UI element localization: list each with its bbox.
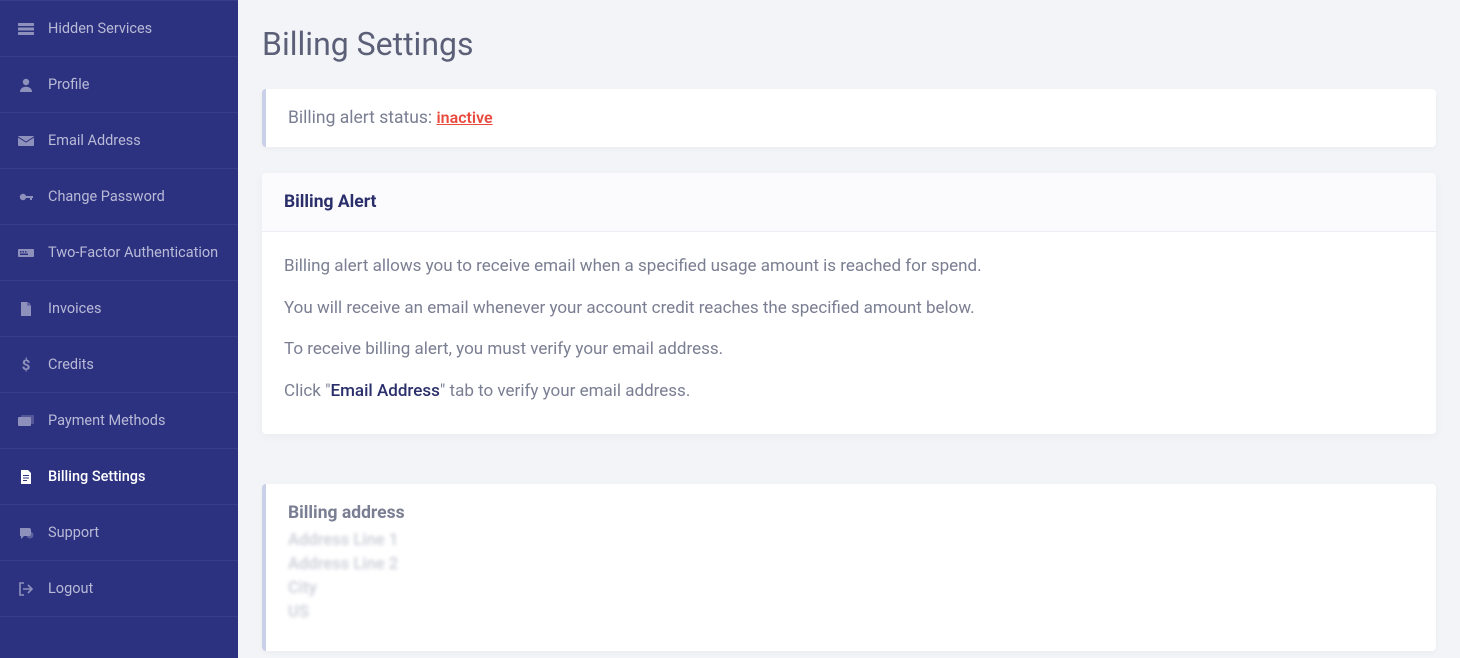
sidebar-item-label: Email Address: [48, 132, 141, 149]
alert-status-link[interactable]: inactive: [437, 108, 493, 127]
sidebar-item-payment-methods[interactable]: Payment Methods: [0, 393, 238, 449]
sidebar-item-change-password[interactable]: Change Password: [0, 169, 238, 225]
billing-alert-card-header: Billing Alert: [262, 173, 1436, 232]
sidebar-item-label: Profile: [48, 76, 89, 93]
sidebar-item-billing-settings[interactable]: Billing Settings: [0, 449, 238, 505]
server-icon: [18, 21, 34, 37]
sidebar-item-label: Hidden Services: [48, 20, 152, 37]
billing-alert-header-title: Billing Alert: [284, 192, 1414, 212]
sidebar-item-hidden-services[interactable]: Hidden Services: [0, 0, 238, 57]
billing-address-card: Billing address Address Line 1 Address L…: [262, 484, 1436, 651]
sidebar-item-label: Change Password: [48, 188, 165, 205]
sidebar-item-profile[interactable]: Profile: [0, 57, 238, 113]
sidebar-item-label: Billing Settings: [48, 468, 146, 485]
sidebar-item-two-factor[interactable]: Two-Factor Authentication: [0, 225, 238, 281]
svg-text:$: $: [22, 357, 31, 373]
sidebar-item-credits[interactable]: $ Credits: [0, 337, 238, 393]
billing-alert-card: Billing Alert Billing alert allows you t…: [262, 173, 1436, 434]
envelope-icon: [18, 133, 34, 149]
billing-address-city: City: [288, 577, 1414, 601]
sidebar-item-support[interactable]: Support: [0, 505, 238, 561]
billing-address-line2: Address Line 2: [288, 553, 1414, 577]
sidebar-item-label: Logout: [48, 580, 93, 597]
sidebar-item-label: Payment Methods: [48, 412, 165, 429]
billing-address-country: US: [288, 601, 1414, 625]
billing-address-title: Billing address: [288, 503, 1414, 523]
cards-icon: [18, 413, 34, 429]
sidebar-item-invoices[interactable]: Invoices: [0, 281, 238, 337]
email-address-link[interactable]: Email Address: [331, 381, 440, 401]
billing-alert-line2: You will receive an email whenever your …: [284, 296, 1414, 322]
sidebar-item-logout[interactable]: Logout: [0, 561, 238, 617]
chat-icon: [18, 525, 34, 541]
user-icon: [18, 77, 34, 93]
billing-alert-line3: To receive billing alert, you must verif…: [284, 337, 1414, 363]
main-content: Billing Settings Billing alert status: i…: [238, 0, 1460, 658]
billing-alert-card-body: Billing alert allows you to receive emai…: [262, 232, 1436, 434]
logout-icon: [18, 581, 34, 597]
sidebar-item-label: Two-Factor Authentication: [48, 244, 218, 261]
sidebar-item-email-address[interactable]: Email Address: [0, 113, 238, 169]
billing-alert-line1: Billing alert allows you to receive emai…: [284, 254, 1414, 280]
sidebar-item-label: Support: [48, 524, 99, 541]
billing-alert-line4: Click "Email Address" tab to verify your…: [284, 379, 1414, 405]
billing-address-line1: Address Line 1: [288, 529, 1414, 553]
keyboard-icon: [18, 245, 34, 261]
page-title: Billing Settings: [262, 25, 1436, 63]
alert-status-label: Billing alert status:: [288, 108, 437, 128]
sidebar-item-label: Invoices: [48, 300, 101, 317]
key-icon: [18, 189, 34, 205]
document-icon: [18, 469, 34, 485]
dollar-icon: $: [18, 357, 34, 373]
sidebar: Hidden Services Profile Email Address Ch…: [0, 0, 238, 658]
alert-status-box: Billing alert status: inactive: [262, 89, 1436, 147]
sidebar-item-label: Credits: [48, 356, 94, 373]
file-icon: [18, 301, 34, 317]
